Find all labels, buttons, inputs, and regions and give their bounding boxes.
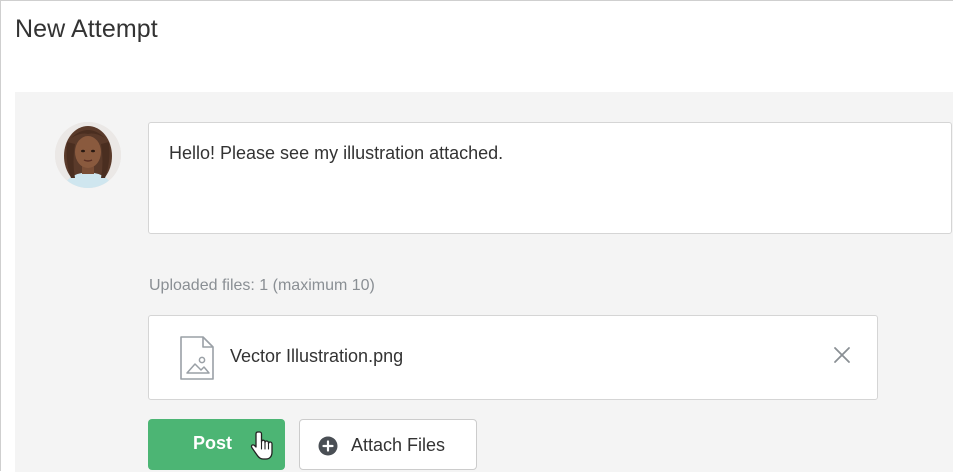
message-text: Hello! Please see my illustration attach…: [169, 143, 504, 163]
remove-file-button[interactable]: [827, 340, 857, 370]
attach-files-label: Attach Files: [351, 435, 446, 455]
attach-files-button[interactable]: Attach Files: [299, 419, 477, 470]
message-field[interactable]: Hello! Please see my illustration attach…: [148, 122, 952, 234]
image-file-icon: [180, 336, 214, 380]
plus-circle-icon: [318, 436, 338, 456]
user-avatar-photo: [55, 122, 121, 188]
uploaded-file-item: Vector Illustration.png: [148, 315, 878, 400]
file-name: Vector Illustration.png: [230, 346, 404, 366]
post-button-label: Post: [193, 433, 233, 453]
post-button[interactable]: Post: [148, 419, 285, 470]
page-frame: New Attempt Hello! Please see my illustr…: [0, 0, 953, 472]
avatar: [55, 122, 121, 188]
upload-count-label: Uploaded files: 1 (maximum 10): [149, 277, 375, 294]
hand-pointer-cursor-icon: [250, 431, 273, 460]
close-icon: [834, 347, 850, 363]
page-title: New Attempt: [15, 15, 158, 43]
